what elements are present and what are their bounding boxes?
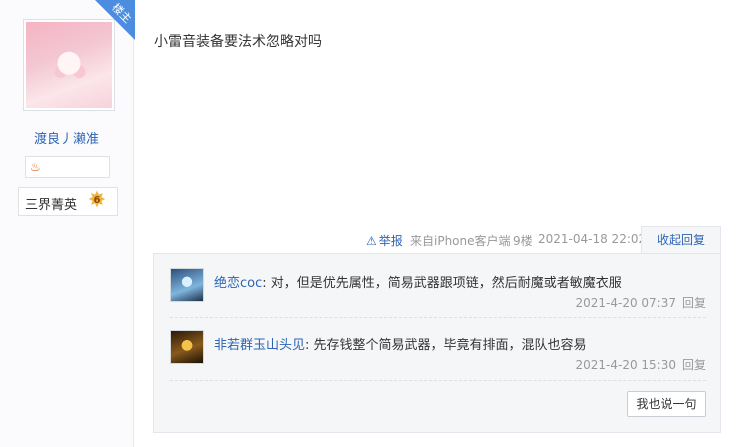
device-text: 来自iPhone客户端 xyxy=(410,234,511,248)
reply-username[interactable]: 绝恋coc xyxy=(214,276,262,291)
floor-number: 9楼 xyxy=(513,234,533,248)
username-link[interactable]: 渡良丿濑准 xyxy=(0,128,133,147)
reply-content: 对，但是优先属性，简易武器跟项链，然后耐魔或者敏魔衣服 xyxy=(270,276,622,291)
level-badge[interactable]: ♨ xyxy=(25,156,110,178)
reply-meta: 2021-4-20 07:37 回复 xyxy=(575,294,706,311)
reply-text: 绝恋coc: 对，但是优先属性，简易武器跟项链，然后耐魔或者敏魔衣服 xyxy=(214,276,622,291)
honor-level: 6 xyxy=(93,195,101,206)
post-meta: ⚠ 举报 来自iPhone客户端 9楼 2021-04-18 22:02 收起回复 xyxy=(0,226,745,254)
honor-badge[interactable]: 三界菁英 ✸ 6 xyxy=(18,187,118,216)
post-content: 小雷音装备要法术忽略对吗 xyxy=(154,34,322,50)
reply-content: 先存钱整个简易武器，毕竟有排面，混队也容易 xyxy=(313,338,587,353)
report-label: 举报 xyxy=(378,234,403,248)
reply-meta: 2021-4-20 15:30 回复 xyxy=(575,356,706,373)
reply-avatar[interactable] xyxy=(170,330,204,364)
reply-box: 绝恋coc: 对，但是优先属性，简易武器跟项链，然后耐魔或者敏魔衣服 2021-… xyxy=(153,253,721,433)
reply-username[interactable]: 非若群玉山头见 xyxy=(214,338,305,353)
op-badge: 楼主 xyxy=(95,0,135,40)
list-item: 非若群玉山头见: 先存钱整个简易武器，毕竟有排面，混队也容易 2021-4-20… xyxy=(170,330,706,373)
reply-avatar[interactable] xyxy=(170,268,204,302)
reply-text: 非若群玉山头见: 先存钱整个简易武器，毕竟有排面，混队也容易 xyxy=(214,338,587,353)
list-item: 绝恋coc: 对，但是优先属性，简易武器跟项链，然后耐魔或者敏魔衣服 2021-… xyxy=(170,268,706,311)
post-time: 2021-04-18 22:02 xyxy=(538,232,647,246)
reply-time: 2021-4-20 07:37 xyxy=(575,296,676,310)
collapse-replies-button[interactable]: 收起回复 xyxy=(641,226,721,254)
divider xyxy=(170,317,706,318)
reply-time: 2021-4-20 15:30 xyxy=(575,358,676,372)
level-icon: ♨ xyxy=(30,160,41,174)
author-panel: 楼主 渡良丿濑准 ♨ 三界菁英 ✸ 6 xyxy=(0,0,135,447)
warning-icon: ⚠ xyxy=(366,234,377,248)
reply-button[interactable]: 回复 xyxy=(682,296,706,310)
reply-button[interactable]: 回复 xyxy=(682,358,706,372)
divider xyxy=(170,380,706,381)
report-link[interactable]: ⚠ 举报 xyxy=(366,232,403,249)
honor-label: 三界菁英 xyxy=(25,198,78,213)
say-something-button[interactable]: 我也说一句 xyxy=(627,391,706,417)
